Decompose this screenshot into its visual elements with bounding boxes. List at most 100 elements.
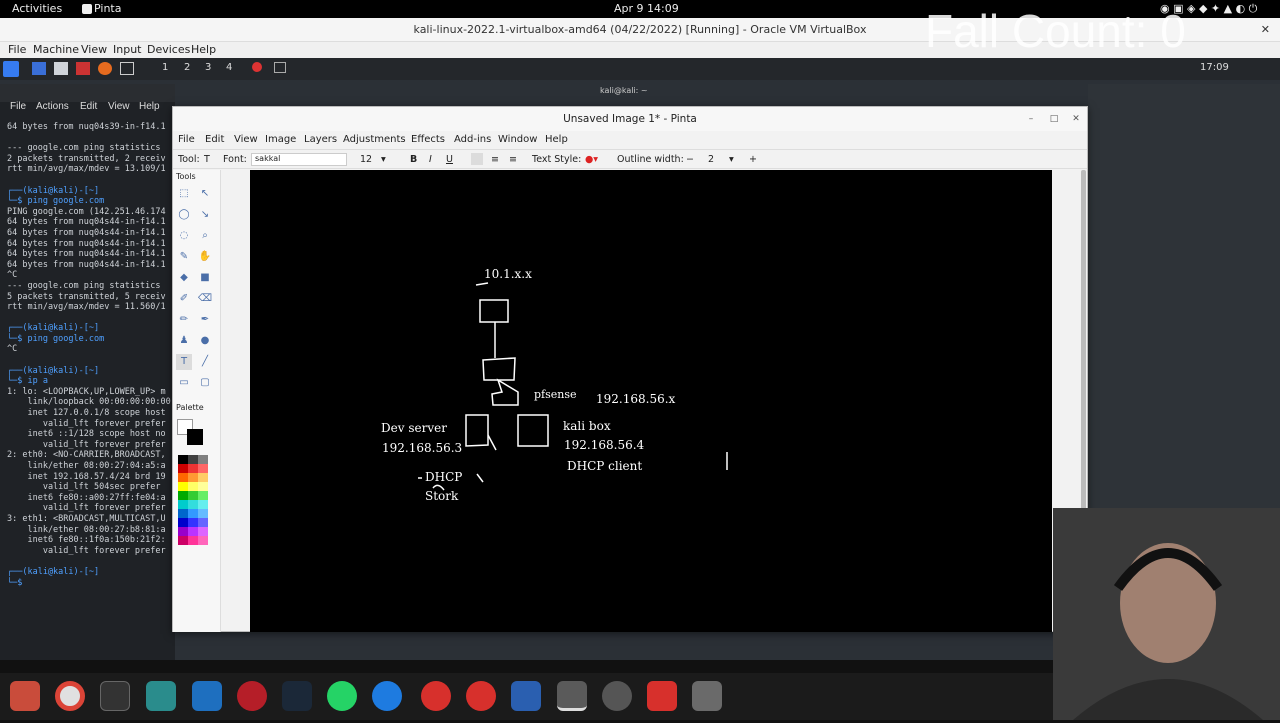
pencil-icon[interactable]: ✏ [176, 312, 192, 328]
pinta-menu-view[interactable]: View [234, 134, 258, 145]
palette-swatch[interactable] [178, 455, 188, 464]
menu-view[interactable]: View [81, 43, 107, 56]
rounded-rectangle-icon[interactable]: ▢ [197, 375, 213, 391]
color-picker-icon[interactable]: ✒ [197, 312, 213, 328]
palette-swatch[interactable] [178, 500, 188, 509]
palette-swatch[interactable] [188, 482, 198, 491]
files-icon[interactable] [54, 62, 68, 75]
chevron-down-icon[interactable]: ▾ [729, 154, 734, 165]
terminal-icon[interactable] [120, 62, 134, 75]
underline-button[interactable]: U [446, 154, 453, 165]
align-right-button[interactable]: ≡ [509, 154, 517, 165]
menu-file[interactable]: File [8, 43, 26, 56]
palette-swatch[interactable] [178, 482, 188, 491]
pdf-icon[interactable] [647, 681, 677, 711]
whatsapp-icon[interactable] [327, 681, 357, 711]
palette-swatch[interactable] [188, 527, 198, 536]
palette-swatch[interactable] [188, 518, 198, 527]
align-left-button[interactable] [471, 153, 483, 165]
workspace-3[interactable]: 3 [205, 62, 211, 73]
palette-swatch[interactable] [198, 509, 208, 518]
palette-swatch[interactable] [188, 491, 198, 500]
palette-swatch[interactable] [198, 500, 208, 509]
italic-button[interactable]: I [429, 154, 432, 165]
workspace-4[interactable]: 4 [226, 62, 232, 73]
steam-icon[interactable] [282, 681, 312, 711]
terminal-window[interactable]: File Actions Edit View Help 64 bytes fro… [0, 84, 175, 660]
palette-swatch[interactable] [188, 536, 198, 545]
palette-swatch[interactable] [198, 464, 208, 473]
task-terminal-icon[interactable] [274, 62, 286, 73]
monitor-icon[interactable] [511, 681, 541, 711]
minimize-icon[interactable]: – [1025, 113, 1037, 125]
workspace-2[interactable]: 2 [184, 62, 190, 73]
pinta-menu-image[interactable]: Image [265, 134, 296, 145]
menu-help[interactable]: Help [191, 43, 216, 56]
palette-swatch[interactable] [198, 473, 208, 482]
cherry-icon[interactable] [237, 681, 267, 711]
pinta-menu-addins[interactable]: Add-ins [454, 134, 491, 145]
debian-icon-2[interactable] [466, 681, 496, 711]
palette-swatch[interactable] [198, 482, 208, 491]
terminal-icon[interactable] [100, 681, 130, 711]
debian-icon[interactable] [421, 681, 451, 711]
palette-swatch[interactable] [178, 509, 188, 518]
pinta-menu-file[interactable]: File [178, 134, 195, 145]
paint-bucket-icon[interactable]: ◆ [176, 270, 192, 286]
pinta-menu-adjustments[interactable]: Adjustments [343, 134, 406, 145]
palette-swatch[interactable] [188, 473, 198, 482]
maximize-icon[interactable]: □ [1048, 113, 1060, 125]
paintbrush-icon[interactable]: ✐ [176, 291, 192, 307]
chevron-down-icon[interactable]: ▾ [381, 154, 386, 165]
palette-swatch[interactable] [178, 473, 188, 482]
kali-menu-icon[interactable] [3, 61, 19, 77]
pinta-menu-effects[interactable]: Effects [411, 134, 445, 145]
obs-icon[interactable] [602, 681, 632, 711]
chrome-icon[interactable] [55, 681, 85, 711]
workspace-1[interactable]: 1 [162, 62, 168, 73]
palette-swatch[interactable] [188, 509, 198, 518]
vertical-scrollbar[interactable] [1081, 170, 1086, 520]
drawing-canvas[interactable]: 10.1.x.x pfsense 192.168.56.x Dev server… [250, 170, 1052, 632]
eraser-icon[interactable]: ⌫ [197, 291, 213, 307]
palette-swatch[interactable] [188, 500, 198, 509]
primary-color-swatch[interactable] [187, 429, 203, 445]
pinta-menu-help[interactable]: Help [545, 134, 568, 145]
term-menu-edit[interactable]: Edit [80, 101, 97, 113]
vscode-icon[interactable] [192, 681, 222, 711]
palette-swatch[interactable] [188, 464, 198, 473]
trash-icon[interactable] [692, 681, 722, 711]
increase-icon[interactable]: + [749, 154, 757, 165]
recolor-icon[interactable]: ● [197, 333, 213, 349]
rectangle-select-icon[interactable]: ⬚ [176, 186, 192, 202]
desktop-icon[interactable] [32, 62, 46, 75]
text-tool-button[interactable]: T [176, 354, 192, 370]
palette-swatch[interactable] [188, 455, 198, 464]
palette-swatch[interactable] [198, 518, 208, 527]
chat-icon[interactable] [372, 681, 402, 711]
term-menu-file[interactable]: File [10, 101, 26, 113]
close-icon[interactable]: ✕ [1261, 18, 1270, 42]
palette-swatch[interactable] [178, 491, 188, 500]
firefox-icon[interactable] [98, 62, 112, 75]
pan-icon[interactable]: ✋ [197, 249, 213, 265]
clock[interactable]: Apr 9 14:09 [614, 2, 679, 15]
pinta-icon[interactable] [557, 681, 587, 711]
term-menu-actions[interactable]: Actions [36, 101, 69, 113]
pinta-menu-edit[interactable]: Edit [205, 134, 224, 145]
term-menu-help[interactable]: Help [139, 101, 160, 113]
app-menu[interactable]: Pinta [94, 2, 121, 15]
font-size-select[interactable]: 12 [360, 154, 372, 165]
remote-icon[interactable] [146, 681, 176, 711]
clone-stamp-icon[interactable]: ♟ [176, 333, 192, 349]
line-icon[interactable]: ╱ [197, 354, 213, 370]
zoom-icon[interactable]: ⌕ [197, 228, 213, 244]
palette-swatch[interactable] [198, 491, 208, 500]
palette-swatch[interactable] [178, 536, 188, 545]
palette-swatch[interactable] [178, 527, 188, 536]
lasso-icon[interactable]: ◯ [176, 207, 192, 223]
rectangle-icon[interactable]: ▭ [176, 375, 192, 391]
palette-swatch[interactable] [198, 455, 208, 464]
task-icon[interactable] [252, 62, 262, 72]
decrease-icon[interactable]: − [686, 154, 694, 165]
